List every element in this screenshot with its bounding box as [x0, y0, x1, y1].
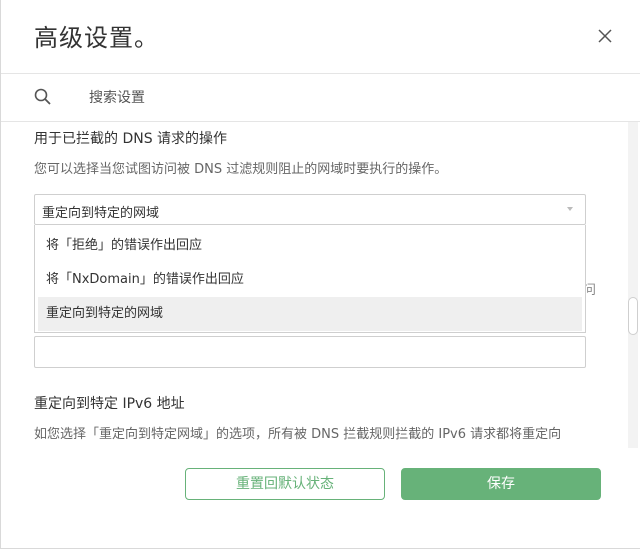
blocked-dns-action-select[interactable]: 重定向到特定的网域 [34, 194, 586, 225]
option-refused[interactable]: 将「拒绝」的错误作出回应 [38, 229, 582, 263]
search-icon [34, 88, 51, 105]
close-button[interactable] [595, 26, 615, 46]
advanced-settings-dialog: 高级设置。 用于已拦截的 DNS 请求的操作 您可以选择当您试图访问被 DNS … [0, 0, 640, 549]
reset-defaults-button[interactable]: 重置回默认状态 [185, 468, 385, 500]
search-input[interactable] [89, 86, 569, 110]
caret-down-icon [567, 207, 573, 211]
ipv6-redirect-description: 如您选择「重定向到特定网域」的选项，所有被 DNS 拦截规则拦截的 IPv6 请… [34, 427, 562, 442]
scrollbar-track[interactable] [628, 122, 638, 448]
close-icon [598, 29, 612, 43]
blocked-dns-action-description: 您可以选择当您试图访问被 DNS 过滤规则阻止的网域时要执行的操作。 [34, 162, 448, 177]
select-value: 重定向到特定的网域 [42, 206, 160, 221]
option-nxdomain[interactable]: 将「NxDomain」的错误作出回应 [38, 263, 582, 297]
settings-content[interactable]: 用于已拦截的 DNS 请求的操作 您可以选择当您试图访问被 DNS 过滤规则阻止… [1, 122, 627, 448]
dialog-title: 高级设置。 [34, 24, 159, 52]
redirect-domain-input[interactable] [34, 336, 586, 368]
scrollbar-thumb[interactable] [628, 297, 638, 335]
option-redirect-domain[interactable]: 重定向到特定的网域 [38, 297, 582, 331]
blocked-dns-action-dropdown: 将「拒绝」的错误作出回应 将「NxDomain」的错误作出回应 重定向到特定的网… [34, 225, 586, 333]
blocked-dns-action-title: 用于已拦截的 DNS 请求的操作 [34, 131, 228, 147]
dialog-header: 高级设置。 [1, 0, 640, 74]
search-bar [1, 74, 640, 122]
save-button[interactable]: 保存 [401, 468, 601, 500]
ipv6-redirect-title: 重定向到特定 IPv6 地址 [34, 396, 185, 412]
